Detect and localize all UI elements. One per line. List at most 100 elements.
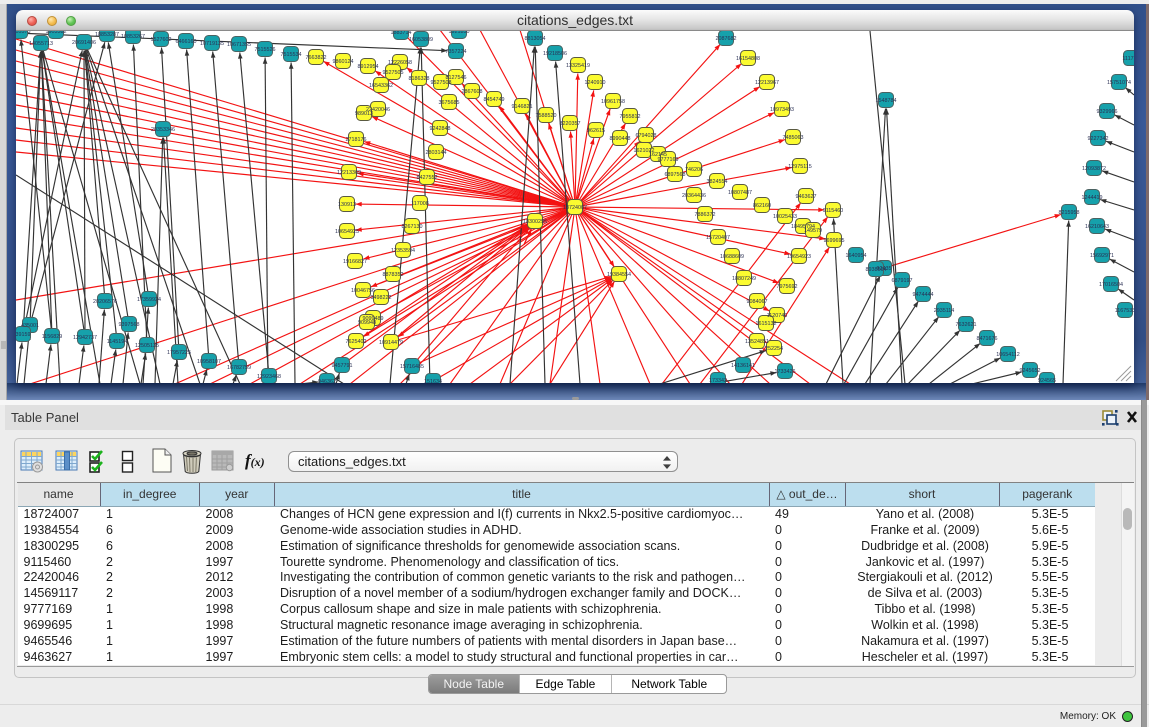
svg-text:111753: 111753 <box>1122 56 1134 62</box>
svg-text:2803144: 2803144 <box>426 150 447 156</box>
svg-text:10958107: 10958107 <box>197 359 221 365</box>
svg-text:8267130: 8267130 <box>402 224 423 230</box>
svg-text:151634: 151634 <box>424 379 442 383</box>
svg-text:7632621: 7632621 <box>956 322 977 328</box>
svg-text:9329966: 9329966 <box>1097 109 1118 115</box>
svg-text:12942737: 12942737 <box>73 335 97 341</box>
svg-text:10654925: 10654925 <box>335 229 359 235</box>
svg-text:7515534: 7515534 <box>281 52 302 58</box>
svg-text:6897568: 6897568 <box>665 172 686 178</box>
svg-text:9084067: 9084067 <box>747 299 768 305</box>
svg-text:1156829: 1156829 <box>42 334 63 340</box>
svg-text:9115460: 9115460 <box>823 208 844 214</box>
svg-text:1240910: 1240910 <box>585 80 606 86</box>
svg-text:20364436: 20364436 <box>682 193 706 199</box>
svg-text:9498222: 9498222 <box>371 295 392 301</box>
svg-text:173342: 173342 <box>709 378 727 383</box>
svg-text:9397568: 9397568 <box>119 322 140 328</box>
svg-text:9860124: 9860124 <box>333 59 354 65</box>
svg-text:946362: 946362 <box>318 379 336 383</box>
svg-text:10046756: 10046756 <box>351 288 375 294</box>
svg-text:9527505: 9527505 <box>383 70 404 76</box>
svg-text:7515526: 7515526 <box>255 47 276 53</box>
svg-text:7588520: 7588520 <box>536 113 557 119</box>
svg-text:8220357: 8220357 <box>560 121 581 127</box>
svg-text:1120746: 1120746 <box>767 313 788 319</box>
svg-text:7663822: 7663822 <box>306 55 327 61</box>
svg-text:1903382: 1903382 <box>46 31 67 35</box>
svg-text:1615132: 1615132 <box>756 321 777 327</box>
svg-text:7955812: 7955812 <box>620 114 641 120</box>
svg-text:10654112: 10654112 <box>996 352 1020 358</box>
svg-text:19654923: 19654923 <box>787 254 811 260</box>
svg-text:2867608: 2867608 <box>462 89 483 95</box>
svg-text:1883714: 1883714 <box>391 31 412 36</box>
svg-text:15720407: 15720407 <box>706 235 730 241</box>
svg-text:19384554: 19384554 <box>607 272 631 278</box>
svg-text:13524851: 13524851 <box>745 339 769 345</box>
svg-text:19166827: 19166827 <box>343 259 367 265</box>
svg-text:9777169: 9777169 <box>658 157 679 163</box>
svg-text:16154808: 16154808 <box>736 56 760 62</box>
svg-text:117008: 117008 <box>411 201 429 207</box>
svg-text:9463627: 9463627 <box>796 194 817 200</box>
svg-text:20691406: 20691406 <box>72 40 96 46</box>
svg-text:989013: 989013 <box>355 111 373 117</box>
svg-text:17016504: 17016504 <box>1099 282 1123 288</box>
svg-text:6466160: 6466160 <box>176 39 197 45</box>
svg-text:1733426: 1733426 <box>775 369 796 375</box>
svg-text:10025433: 10025433 <box>773 214 797 220</box>
svg-text:10914479: 10914479 <box>379 340 403 346</box>
svg-text:13325419: 13325419 <box>566 63 590 69</box>
svg-text:2718176: 2718176 <box>346 137 367 143</box>
svg-text:3824554: 3824554 <box>707 179 728 185</box>
svg-text:9474444: 9474444 <box>913 292 934 298</box>
svg-text:15716485: 15716485 <box>400 364 424 370</box>
svg-text:435001: 435001 <box>21 323 39 329</box>
svg-text:12505135: 12505135 <box>135 343 159 349</box>
svg-text:16782759: 16782759 <box>227 365 251 371</box>
svg-text:12226058: 12226058 <box>388 60 412 66</box>
svg-text:10671355: 10671355 <box>227 42 251 48</box>
svg-text:8215958: 8215958 <box>1059 210 1080 216</box>
svg-text:18807249: 18807249 <box>732 276 756 282</box>
svg-text:19218506: 19218506 <box>543 51 567 57</box>
svg-text:12093872: 12093872 <box>1082 166 1106 172</box>
svg-text:746206: 746206 <box>685 167 703 173</box>
svg-text:9699695: 9699695 <box>824 238 845 244</box>
svg-text:130913: 130913 <box>338 202 356 208</box>
svg-text:7485063: 7485063 <box>783 135 804 141</box>
svg-text:2087682: 2087682 <box>716 36 737 42</box>
svg-text:6879197: 6879197 <box>892 278 913 284</box>
svg-text:252254: 252254 <box>765 346 783 352</box>
svg-text:1905573: 1905573 <box>16 31 31 35</box>
svg-text:12975115: 12975115 <box>788 164 812 170</box>
svg-text:10973493: 10973493 <box>770 107 794 113</box>
svg-text:909948: 909948 <box>358 320 376 326</box>
svg-text:8938564: 8938564 <box>866 267 887 273</box>
svg-text:8127546: 8127546 <box>446 75 467 81</box>
svg-text:10807487: 10807487 <box>728 190 752 196</box>
svg-text:10719135: 10719135 <box>200 41 224 47</box>
svg-text:1527602: 1527602 <box>151 37 172 43</box>
svg-text:16543362: 16543362 <box>369 83 393 89</box>
svg-text:9242848: 9242848 <box>430 126 451 132</box>
svg-text:8186328: 8186328 <box>409 76 430 82</box>
svg-text:12213369: 12213369 <box>337 170 361 176</box>
svg-text:14136141: 14136141 <box>731 363 755 369</box>
svg-text:3675685: 3675685 <box>439 100 460 106</box>
svg-text:7975692: 7975692 <box>777 284 798 290</box>
svg-text:8990448: 8990448 <box>610 136 631 142</box>
svg-text:10853267: 10853267 <box>121 34 145 40</box>
svg-text:862160: 862160 <box>753 203 771 209</box>
svg-text:14055713: 14055713 <box>29 41 53 47</box>
svg-text:17957225: 17957225 <box>167 350 191 356</box>
svg-text:18300295: 18300295 <box>523 219 547 225</box>
svg-text:1145194: 1145194 <box>107 339 128 345</box>
svg-text:9146821: 9146821 <box>512 104 533 110</box>
svg-text:149579: 149579 <box>804 228 822 234</box>
svg-text:8878352: 8878352 <box>383 272 404 278</box>
svg-text:1548784: 1548784 <box>876 98 897 104</box>
svg-text:10961758: 10961758 <box>601 99 625 105</box>
svg-text:17359924: 17359924 <box>137 297 161 303</box>
